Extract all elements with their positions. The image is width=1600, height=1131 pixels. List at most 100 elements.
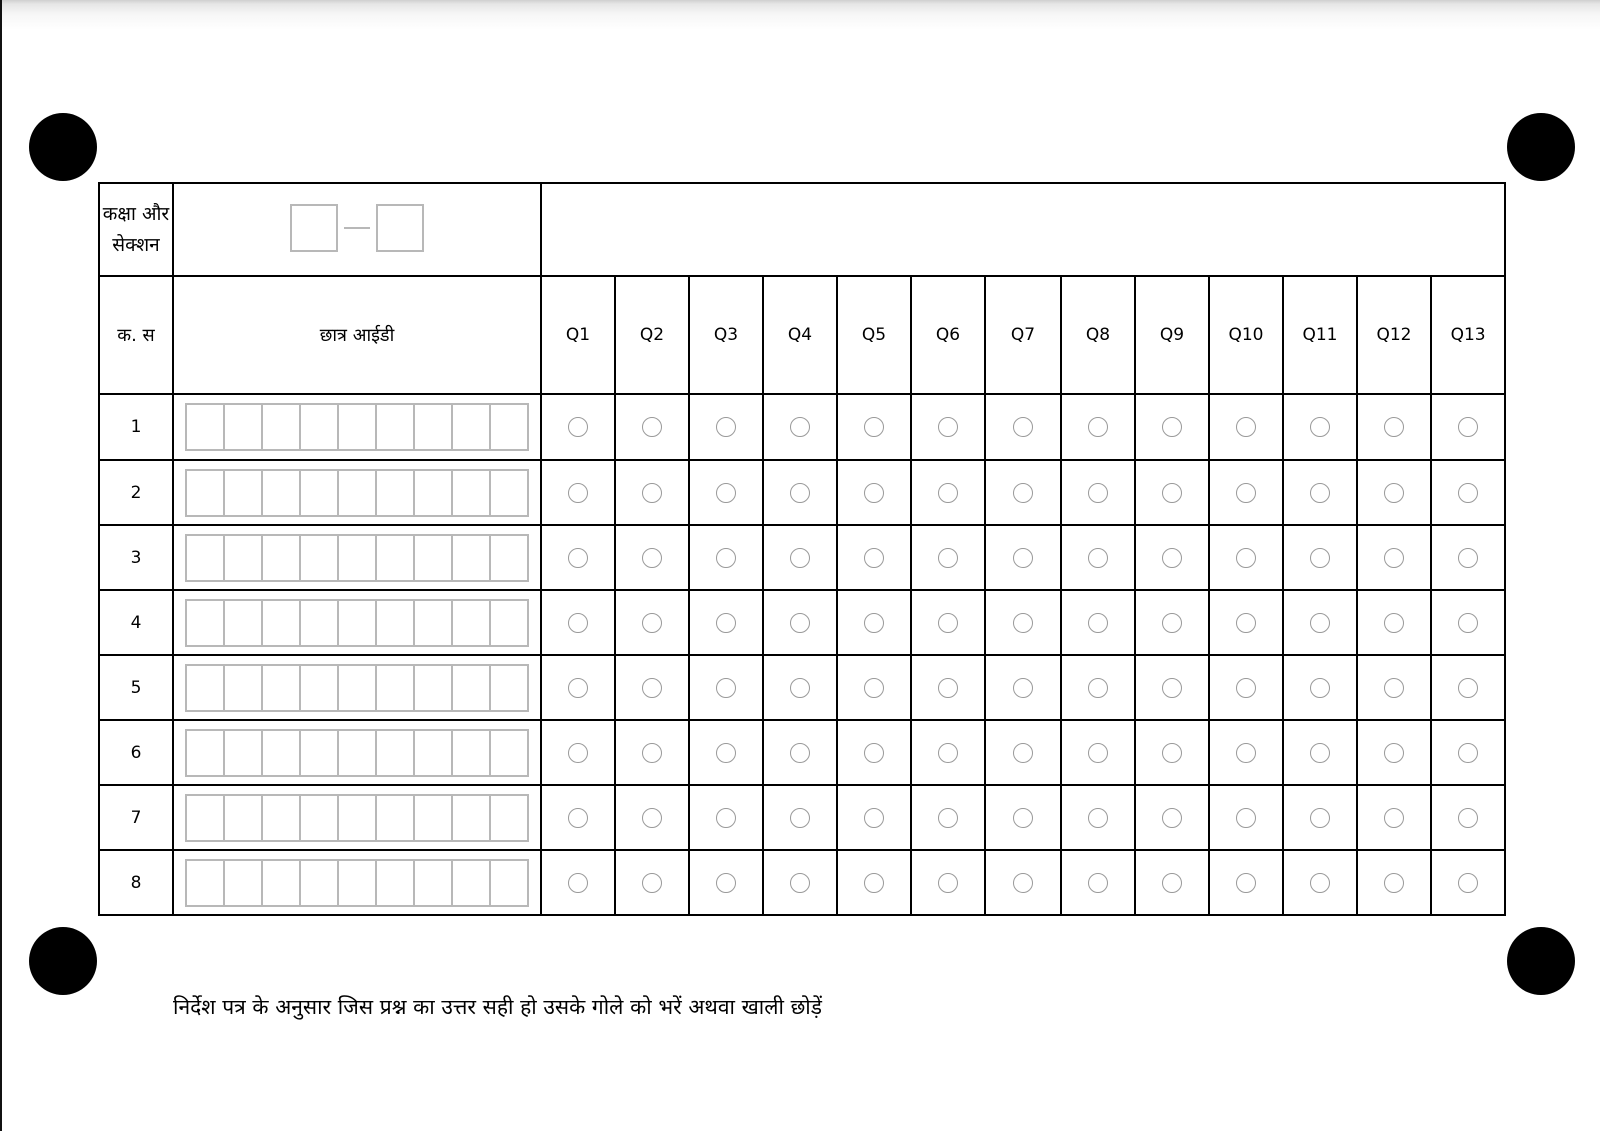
answer-bubble[interactable]: [938, 482, 958, 503]
answer-bubble[interactable]: [568, 677, 588, 698]
student-id-digit-box[interactable]: [263, 860, 301, 905]
student-id-digit-box[interactable]: [339, 600, 377, 645]
student-id-digit-box[interactable]: [491, 471, 527, 515]
answer-bubble[interactable]: [1384, 872, 1404, 893]
answer-bubble[interactable]: [1384, 547, 1404, 568]
student-id-digit-box[interactable]: [415, 795, 453, 840]
student-id-digit-box[interactable]: [415, 665, 453, 710]
student-id-digit-box[interactable]: [225, 405, 263, 449]
answer-bubble[interactable]: [864, 872, 884, 893]
student-id-digit-box[interactable]: [377, 535, 415, 580]
answer-bubble[interactable]: [1236, 547, 1256, 568]
student-id-digit-box[interactable]: [263, 665, 301, 710]
answer-bubble[interactable]: [716, 547, 736, 568]
student-id-digit-box[interactable]: [377, 405, 415, 449]
answer-bubble[interactable]: [1384, 742, 1404, 763]
answer-bubble[interactable]: [864, 807, 884, 828]
answer-bubble[interactable]: [1384, 417, 1404, 438]
student-id-digit-box[interactable]: [491, 796, 527, 840]
student-id-digit-box[interactable]: [453, 600, 491, 645]
answer-bubble[interactable]: [1088, 872, 1108, 893]
answer-bubble[interactable]: [938, 742, 958, 763]
answer-bubble[interactable]: [1162, 547, 1182, 568]
student-id-digit-box[interactable]: [491, 731, 527, 775]
student-id-digit-box[interactable]: [491, 405, 527, 449]
student-id-digit-box[interactable]: [263, 730, 301, 775]
answer-bubble[interactable]: [1162, 417, 1182, 438]
answer-bubble[interactable]: [1310, 677, 1330, 698]
answer-bubble[interactable]: [1088, 547, 1108, 568]
answer-bubble[interactable]: [790, 417, 810, 438]
answer-bubble[interactable]: [938, 417, 958, 438]
student-id-digit-box[interactable]: [377, 795, 415, 840]
student-id-digit-box[interactable]: [453, 405, 491, 449]
student-id-digit-box[interactable]: [187, 795, 225, 840]
answer-bubble[interactable]: [642, 482, 662, 503]
student-id-digit-box[interactable]: [225, 470, 263, 515]
answer-bubble[interactable]: [716, 742, 736, 763]
answer-bubble[interactable]: [1236, 482, 1256, 503]
student-id-digit-box[interactable]: [377, 730, 415, 775]
answer-bubble[interactable]: [1458, 677, 1479, 698]
student-id-digit-box[interactable]: [491, 861, 527, 905]
student-id-digit-box[interactable]: [377, 470, 415, 515]
student-id-digit-box[interactable]: [339, 405, 377, 449]
answer-bubble[interactable]: [716, 872, 736, 893]
student-id-digit-box[interactable]: [187, 600, 225, 645]
answer-bubble[interactable]: [790, 872, 810, 893]
student-id-digit-box[interactable]: [339, 665, 377, 710]
answer-bubble[interactable]: [938, 547, 958, 568]
student-id-digit-box[interactable]: [263, 405, 301, 449]
student-id-digit-box[interactable]: [263, 795, 301, 840]
answer-bubble[interactable]: [1384, 482, 1404, 503]
answer-bubble[interactable]: [1310, 872, 1330, 893]
student-id-digit-box[interactable]: [339, 860, 377, 905]
answer-bubble[interactable]: [1236, 807, 1256, 828]
answer-bubble[interactable]: [1310, 547, 1330, 568]
answer-bubble[interactable]: [790, 482, 810, 503]
answer-bubble[interactable]: [1088, 807, 1108, 828]
answer-bubble[interactable]: [1013, 417, 1033, 438]
answer-bubble[interactable]: [1236, 677, 1256, 698]
student-id-digit-box[interactable]: [263, 470, 301, 515]
answer-bubble[interactable]: [864, 547, 884, 568]
student-id-digit-box[interactable]: [491, 601, 527, 645]
student-id-digit-box[interactable]: [453, 860, 491, 905]
answer-bubble[interactable]: [568, 872, 588, 893]
answer-bubble[interactable]: [1088, 612, 1108, 633]
answer-bubble[interactable]: [1458, 742, 1479, 763]
answer-bubble[interactable]: [1013, 482, 1033, 503]
student-id-digit-box[interactable]: [453, 470, 491, 515]
student-id-digit-box[interactable]: [491, 536, 527, 580]
student-id-digit-box[interactable]: [377, 600, 415, 645]
student-id-digit-box[interactable]: [225, 600, 263, 645]
answer-bubble[interactable]: [864, 742, 884, 763]
answer-bubble[interactable]: [1236, 872, 1256, 893]
answer-bubble[interactable]: [1458, 482, 1479, 503]
answer-bubble[interactable]: [568, 612, 588, 633]
answer-bubble[interactable]: [864, 677, 884, 698]
student-id-digit-box[interactable]: [187, 405, 225, 449]
student-id-digit-box[interactable]: [225, 795, 263, 840]
student-id-digit-box[interactable]: [301, 405, 339, 449]
answer-bubble[interactable]: [1384, 612, 1404, 633]
answer-bubble[interactable]: [642, 612, 662, 633]
answer-bubble[interactable]: [1458, 872, 1479, 893]
answer-bubble[interactable]: [790, 742, 810, 763]
student-id-digit-box[interactable]: [301, 665, 339, 710]
answer-bubble[interactable]: [1013, 872, 1033, 893]
student-id-digit-box[interactable]: [415, 600, 453, 645]
answer-bubble[interactable]: [1088, 482, 1108, 503]
answer-bubble[interactable]: [642, 417, 662, 438]
student-id-digit-box[interactable]: [301, 535, 339, 580]
answer-bubble[interactable]: [1310, 612, 1330, 633]
answer-bubble[interactable]: [568, 742, 588, 763]
answer-bubble[interactable]: [1013, 807, 1033, 828]
answer-bubble[interactable]: [1088, 677, 1108, 698]
student-id-digit-box[interactable]: [301, 795, 339, 840]
answer-bubble[interactable]: [1458, 807, 1479, 828]
answer-bubble[interactable]: [1458, 547, 1479, 568]
answer-bubble[interactable]: [1162, 872, 1182, 893]
student-id-digit-box[interactable]: [225, 665, 263, 710]
answer-bubble[interactable]: [790, 612, 810, 633]
